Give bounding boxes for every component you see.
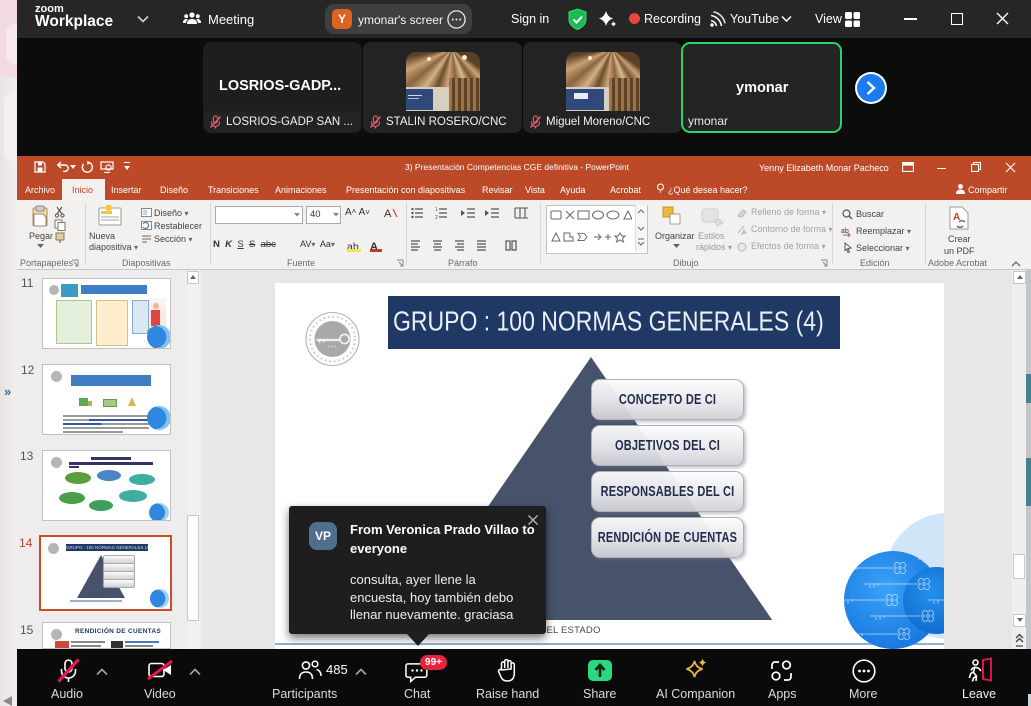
svg-text:1: 1 xyxy=(435,207,438,213)
svg-text:A: A xyxy=(384,208,392,220)
svg-text:ab: ab xyxy=(841,228,849,235)
svg-text:2: 2 xyxy=(435,215,438,219)
